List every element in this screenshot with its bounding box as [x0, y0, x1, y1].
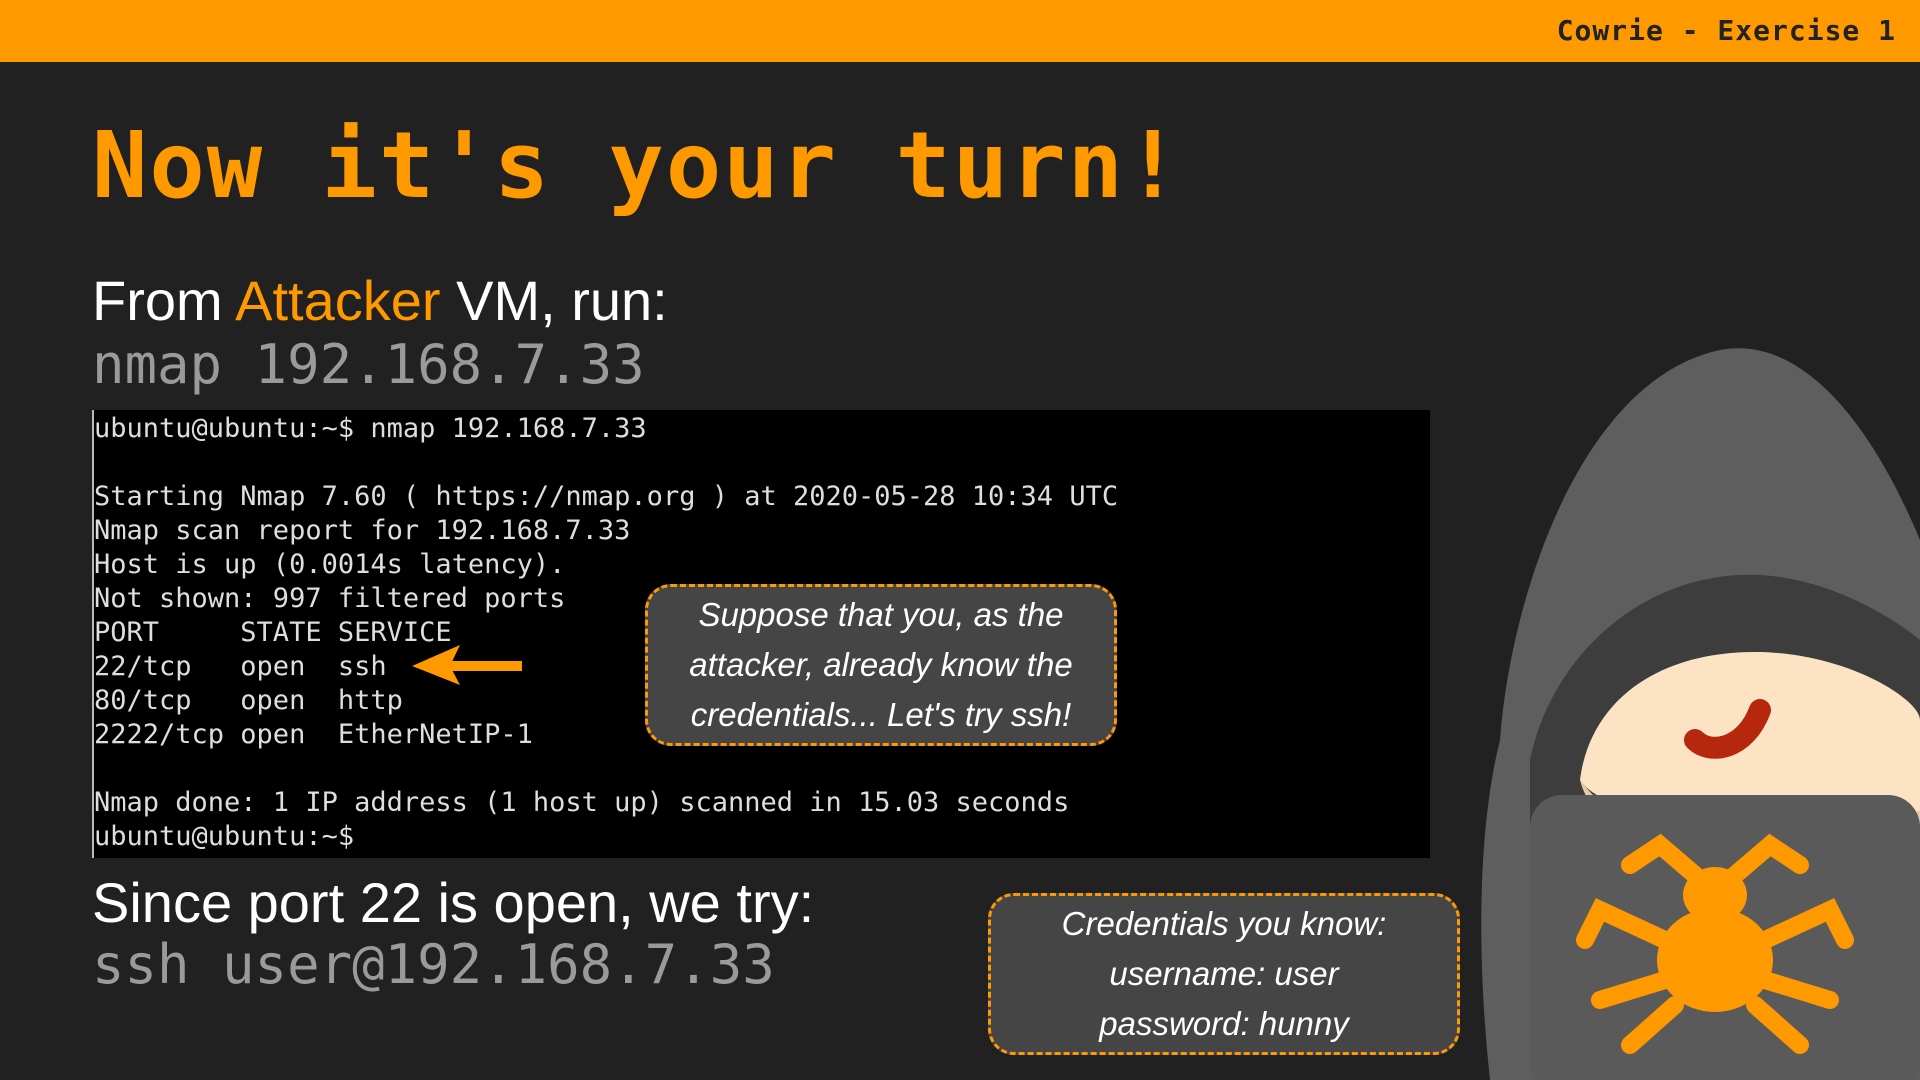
terminal-line: ubuntu@ubuntu:~$ nmap 192.168.7.33 [94, 413, 647, 444]
terminal-line: Starting Nmap 7.60 ( https://nmap.org ) … [94, 481, 1119, 512]
header-bar: Cowrie - Exercise 1 [0, 0, 1920, 62]
hint-line: attacker, already know the [689, 646, 1073, 683]
credentials-heading: Credentials you know: [1061, 905, 1387, 942]
hint-line: Suppose that you, as the [698, 596, 1064, 633]
credentials-username: username: user [1109, 955, 1339, 992]
step2-instruction: Since port 22 is open, we try: [92, 871, 815, 934]
step2-command: ssh user@192.168.7.33 [92, 933, 775, 996]
hint-line: credentials... Let's try ssh! [690, 696, 1072, 733]
hint-bubble: Suppose that you, as the attacker, alrea… [645, 584, 1117, 746]
arrow-left-icon [412, 645, 522, 685]
terminal-line: 80/tcp open http [94, 685, 403, 716]
terminal-line: 2222/tcp open EtherNetIP-1 [94, 719, 533, 750]
step1-suffix: VM, run: [440, 269, 668, 332]
step1-instruction: From Attacker VM, run: [92, 268, 668, 333]
step1-prefix: From [92, 269, 236, 332]
step1-command: nmap 192.168.7.33 [92, 333, 645, 396]
terminal-line: Nmap scan report for 192.168.7.33 [94, 515, 631, 546]
hooded-hacker-icon [1481, 348, 1920, 1080]
terminal-line: Nmap done: 1 IP address (1 host up) scan… [94, 787, 1070, 818]
page-title: Now it's your turn! [92, 112, 1183, 219]
credentials-bubble: Credentials you know: username: user pas… [988, 893, 1460, 1055]
terminal-line: PORT STATE SERVICE [94, 617, 452, 648]
terminal-line: ubuntu@ubuntu:~$ [94, 821, 355, 852]
header-label: Cowrie - Exercise 1 [1556, 14, 1896, 47]
terminal-line: Not shown: 997 filtered ports [94, 583, 566, 614]
attacker-highlight: Attacker [235, 269, 441, 332]
terminal-line: Host is up (0.0014s latency). [94, 549, 566, 580]
credentials-password: password: hunny [1099, 1005, 1349, 1042]
terminal-line: 22/tcp open ssh [94, 651, 387, 682]
